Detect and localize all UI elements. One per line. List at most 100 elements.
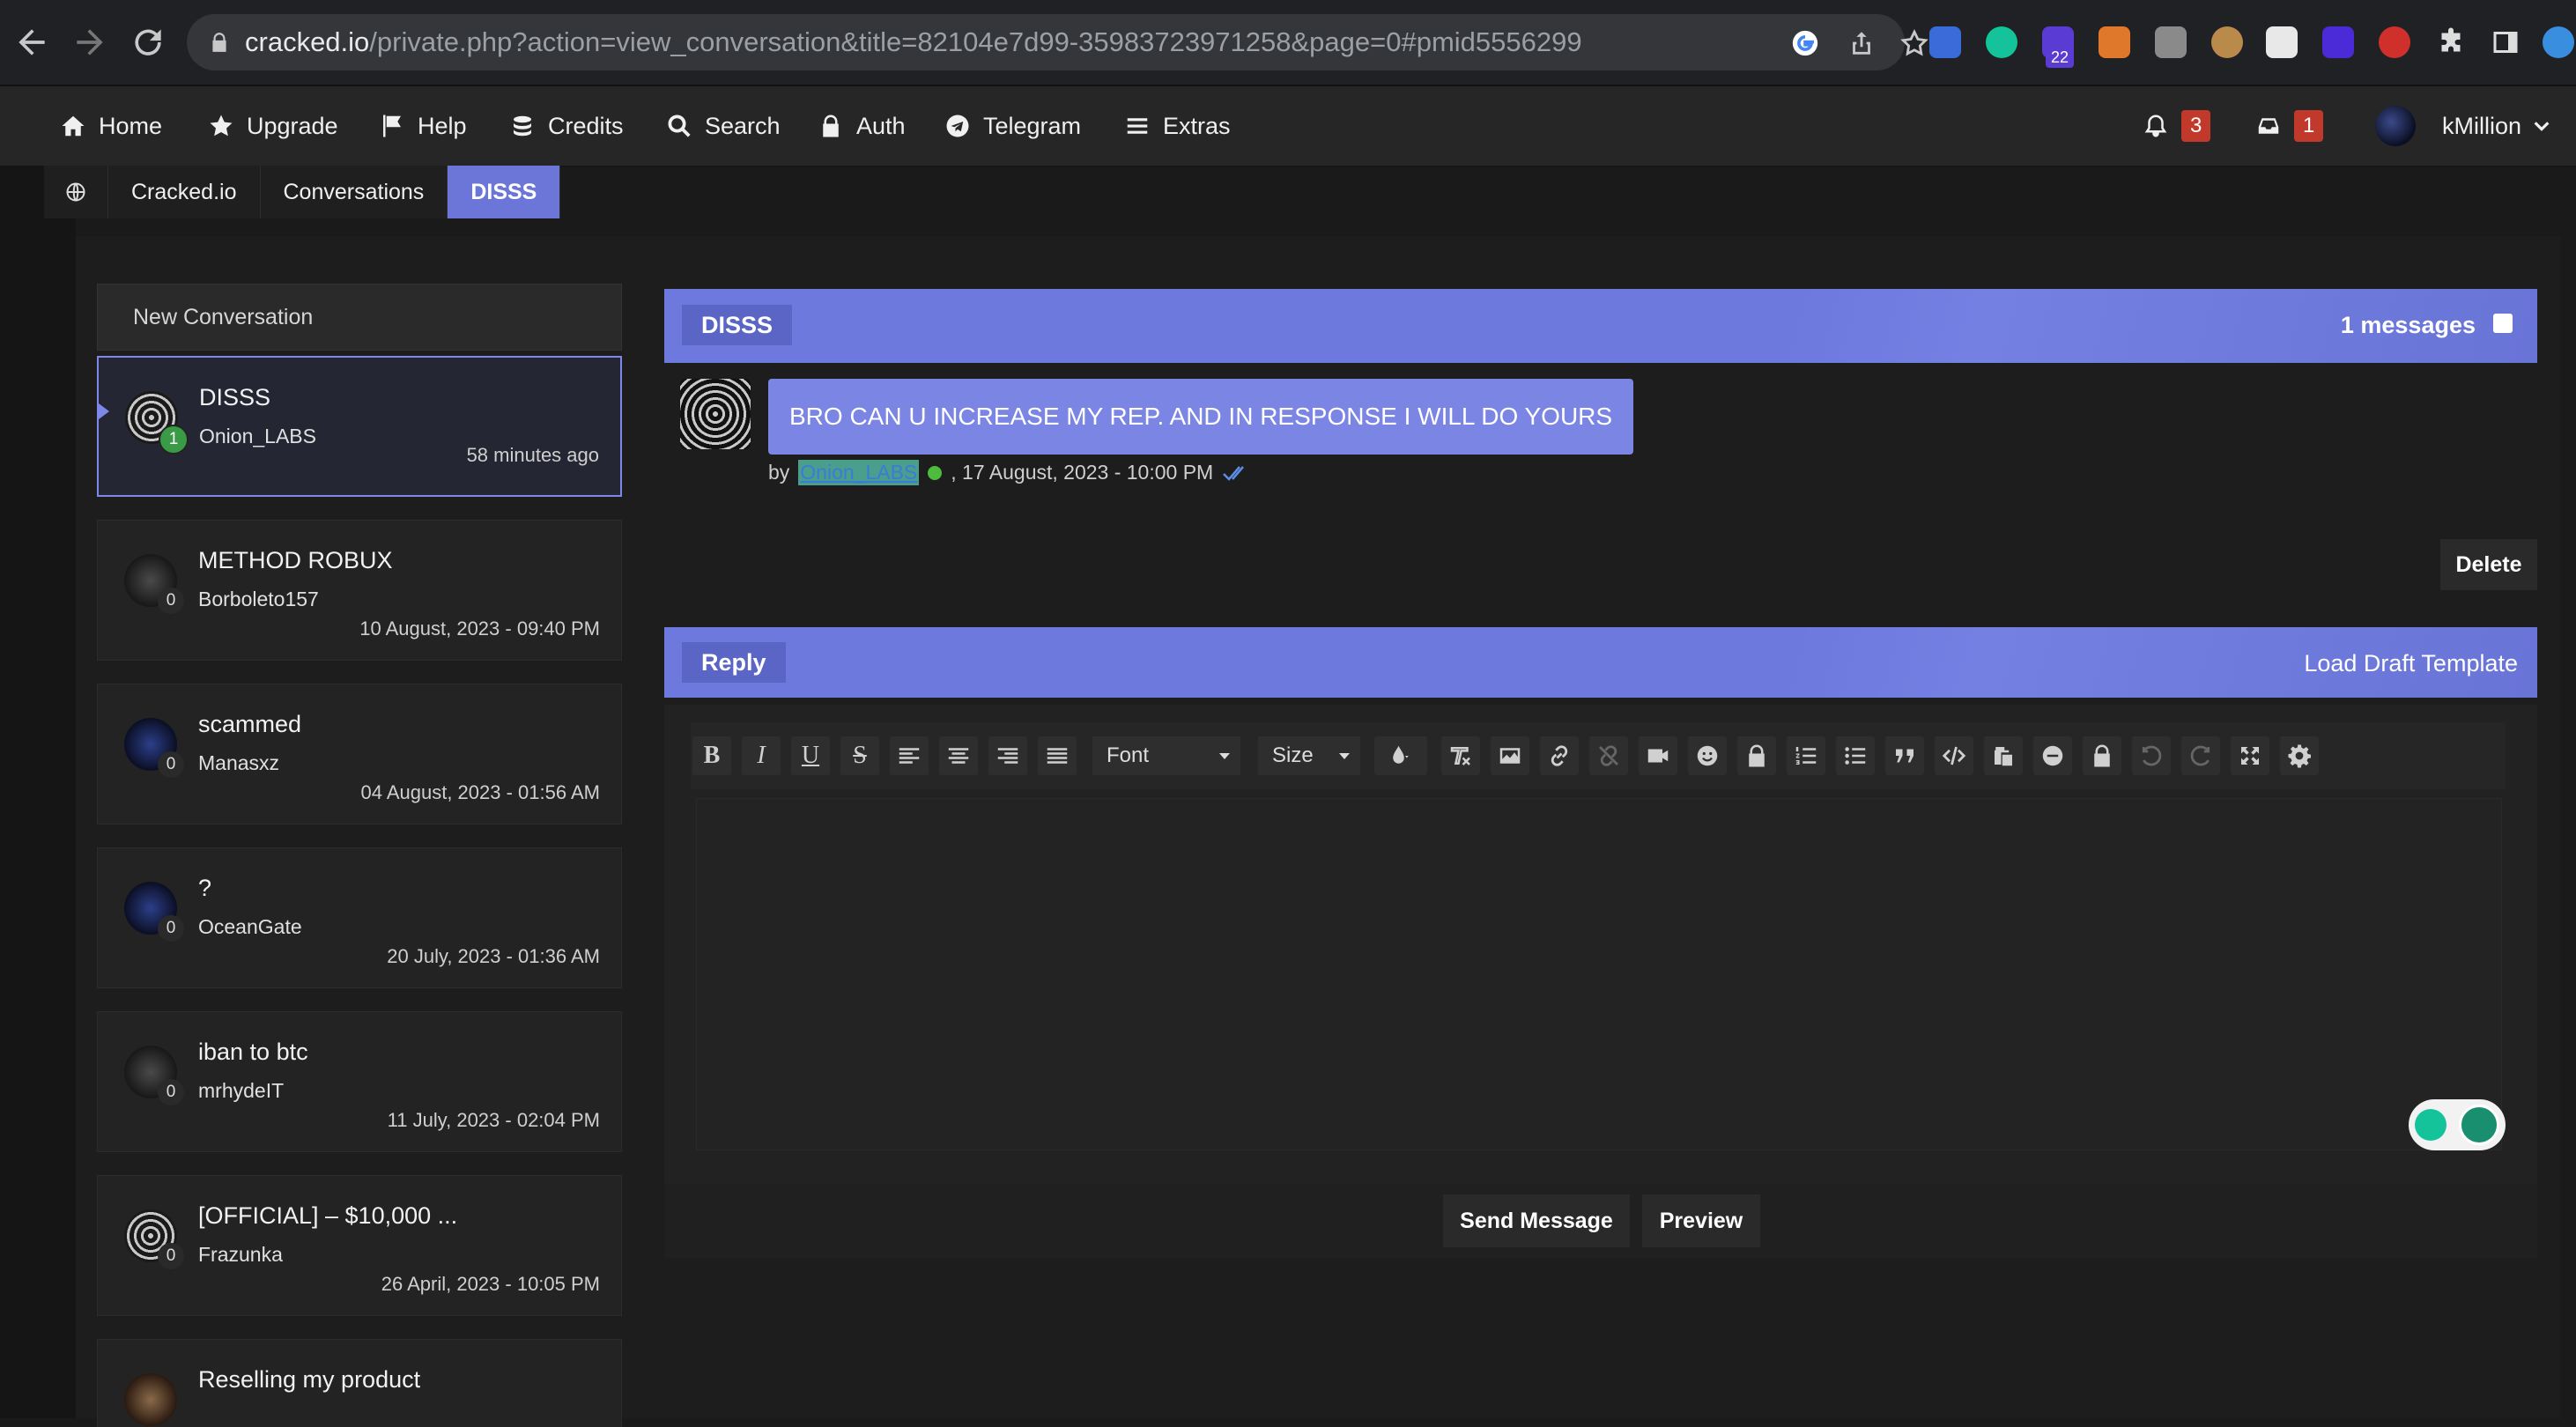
justify-icon[interactable] (1038, 736, 1077, 775)
ordered-list-icon[interactable] (1787, 736, 1825, 775)
back-arrow-icon[interactable] (12, 23, 51, 62)
conversation-user[interactable]: Frazunka (198, 1243, 283, 1267)
settings-gear-icon[interactable] (2280, 736, 2319, 775)
link-icon[interactable] (1540, 736, 1579, 775)
nav-home[interactable]: Home (60, 109, 162, 143)
pen-extension-icon[interactable] (1929, 26, 1961, 58)
1b-extension-icon[interactable] (2155, 26, 2187, 58)
send-message-button[interactable]: Send Message (1443, 1194, 1630, 1247)
nav-auth-label: Auth (856, 112, 906, 139)
puzzle-extensions-icon[interactable] (2435, 26, 2467, 58)
message-count-badge: 0 (158, 1079, 184, 1105)
message-count-badge: 0 (158, 588, 184, 614)
telegram-icon (944, 113, 971, 139)
redo-icon[interactable] (2181, 736, 2220, 775)
align-left-icon[interactable] (890, 736, 929, 775)
side-panel-icon[interactable] (2490, 26, 2521, 58)
hand-extension-icon[interactable] (2379, 26, 2410, 58)
new-conversation-button[interactable]: New Conversation (97, 284, 622, 351)
nav-auth[interactable]: Auth (818, 109, 906, 143)
share-icon[interactable] (1847, 28, 1876, 58)
breadcrumb-globe[interactable] (44, 166, 108, 218)
editor-toolbar: B I U S Font Size (691, 722, 2506, 789)
delete-button[interactable]: Delete (2440, 539, 2537, 590)
conversation-title: iban to btc (198, 1039, 308, 1065)
conversation-item[interactable]: 0 ? OceanGate 20 July, 2023 - 01:36 AM (97, 847, 622, 988)
nav-upgrade[interactable]: Upgrade (208, 109, 338, 143)
extension-badge: 22 (2046, 48, 2075, 68)
unlink-icon[interactable] (1589, 736, 1628, 775)
nav-credits[interactable]: Credits (509, 109, 624, 143)
nav-extras[interactable]: Extras (1124, 109, 1231, 143)
conversation-user[interactable]: Onion_LABS (199, 425, 316, 448)
profile-avatar-icon[interactable] (2543, 26, 2574, 58)
breadcrumb-conversations[interactable]: Conversations (261, 166, 448, 218)
code-icon[interactable] (1935, 736, 1973, 775)
metamask-extension-icon[interactable] (2099, 26, 2130, 58)
conversation-item[interactable]: 0 iban to btc mrhydeIT 11 July, 2023 - 0… (97, 1011, 622, 1152)
avatar[interactable] (680, 379, 751, 449)
private-lock-icon[interactable] (2083, 736, 2121, 775)
fullscreen-icon[interactable] (2231, 736, 2269, 775)
remove-format-icon[interactable] (1441, 736, 1480, 775)
conversation-item[interactable]: 0 METHOD ROBUX Borboleto157 10 August, 2… (97, 520, 622, 661)
image-icon[interactable] (1491, 736, 1529, 775)
emoji-icon[interactable] (1688, 736, 1727, 775)
grammarly-extension-icon[interactable] (1986, 26, 2017, 58)
notifications-button[interactable]: 3 (2143, 109, 2211, 143)
qr-extension-icon[interactable] (2266, 26, 2298, 58)
message-author-link[interactable]: Onion_LABS (798, 460, 920, 485)
conversation-item[interactable]: Reselling my product (97, 1339, 622, 1427)
align-right-icon[interactable] (988, 736, 1027, 775)
text-color-icon[interactable] (1374, 736, 1427, 775)
purple-extension-icon[interactable] (2322, 26, 2354, 58)
select-all-checkbox[interactable] (2493, 314, 2513, 333)
bookmark-star-icon[interactable] (1899, 28, 1929, 58)
strikethrough-icon[interactable]: S (840, 736, 879, 775)
reload-icon[interactable] (129, 23, 167, 62)
nav-credits-label: Credits (548, 112, 624, 139)
horizontal-rule-icon[interactable] (2033, 736, 2072, 775)
bold-icon[interactable]: B (692, 736, 731, 775)
address-bar[interactable]: cracked.io/private.php?action=view_conve… (187, 14, 1928, 70)
cookie-extension-icon[interactable] (2211, 26, 2243, 58)
align-center-icon[interactable] (939, 736, 978, 775)
bullet-list-icon[interactable] (1836, 736, 1875, 775)
message-textarea[interactable] (696, 798, 2502, 1150)
paste-icon[interactable] (1984, 736, 2023, 775)
inbox-button[interactable]: 1 (2255, 109, 2324, 143)
hide-content-lock-icon[interactable] (1737, 736, 1776, 775)
search-icon (666, 113, 692, 139)
nav-help[interactable]: Help (379, 109, 467, 143)
preview-button[interactable]: Preview (1642, 1194, 1760, 1247)
conversation-item[interactable]: 1 DISSS Onion_LABS 58 minutes ago (97, 356, 622, 497)
conversation-time: 11 July, 2023 - 02:04 PM (387, 1109, 600, 1131)
conversation-user[interactable]: mrhydeIT (198, 1079, 284, 1103)
message-date: , 17 August, 2023 - 10:00 PM (951, 461, 1214, 484)
grammarly-logo-icon[interactable] (2459, 1105, 2499, 1145)
message-count-badge: 0 (158, 915, 184, 942)
google-lens-icon[interactable] (1790, 28, 1820, 58)
nav-search[interactable]: Search (666, 109, 781, 143)
nav-telegram[interactable]: Telegram (944, 109, 1081, 143)
quote-icon[interactable] (1885, 736, 1924, 775)
conversation-item[interactable]: 0 [OFFICIAL] – $10,000 ... Frazunka 26 A… (97, 1175, 622, 1316)
user-menu[interactable]: kMillion (2375, 106, 2551, 146)
conversation-time: 04 August, 2023 - 01:56 AM (360, 781, 600, 803)
underline-icon[interactable]: U (791, 736, 830, 775)
grammarly-assist-icon[interactable] (2415, 1109, 2446, 1141)
size-select[interactable]: Size (1258, 736, 1360, 775)
breadcrumb-home[interactable]: Cracked.io (108, 166, 261, 218)
conversation-user[interactable]: Borboleto157 (198, 588, 319, 611)
conversation-user[interactable]: Manasxz (198, 751, 279, 775)
load-draft-template-link[interactable]: Load Draft Template (2304, 650, 2518, 677)
forward-arrow-icon[interactable] (70, 23, 109, 62)
video-icon[interactable] (1639, 736, 1677, 775)
grammarly-widget[interactable] (2409, 1099, 2506, 1150)
conversation-item[interactable]: 0 scammed Manasxz 04 August, 2023 - 01:5… (97, 684, 622, 824)
undo-icon[interactable] (2132, 736, 2171, 775)
star-icon (208, 113, 234, 139)
font-select[interactable]: Font (1092, 736, 1240, 775)
italic-icon[interactable]: I (742, 736, 781, 775)
conversation-user[interactable]: OceanGate (198, 915, 302, 939)
